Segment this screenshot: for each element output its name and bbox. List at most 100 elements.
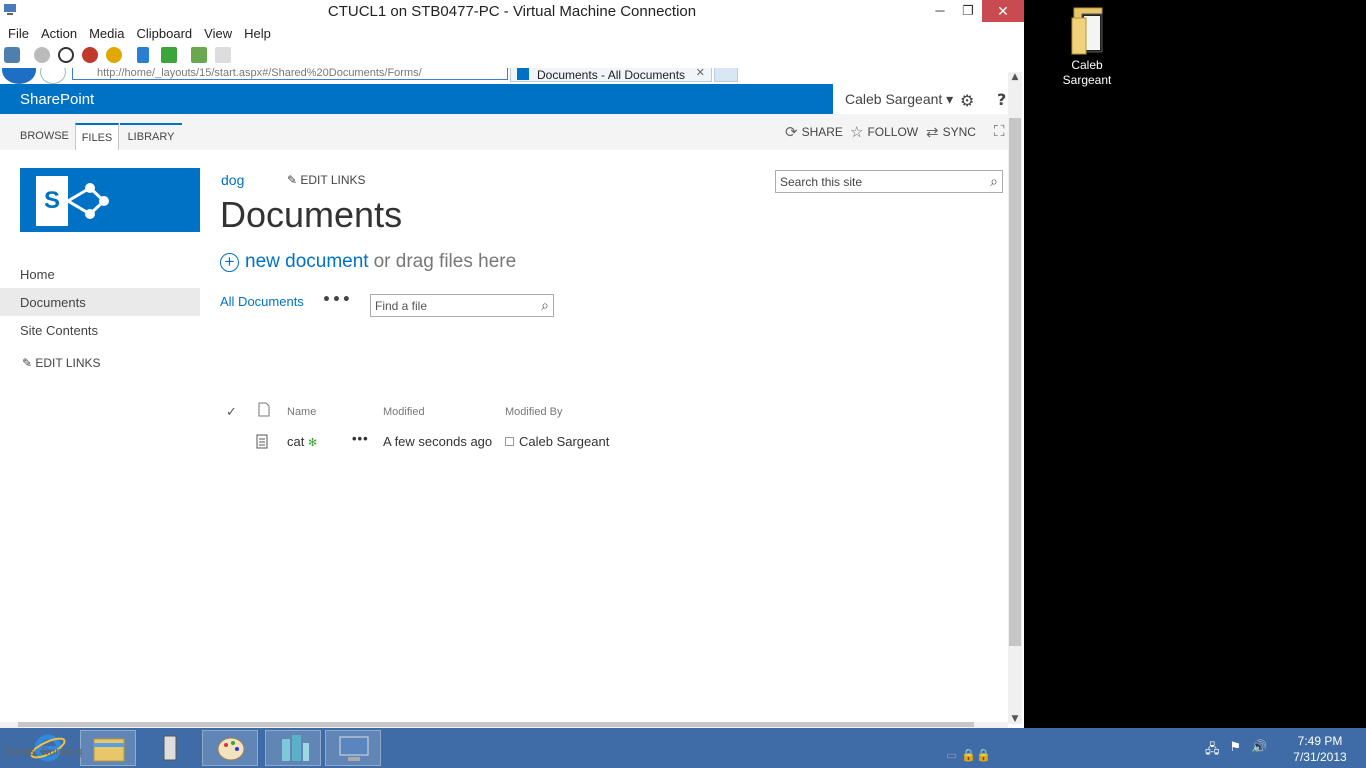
share-label: SHARE — [801, 125, 843, 139]
share-button[interactable]: ⟳ SHARE — [785, 123, 843, 141]
column-header-modified-by[interactable]: Modified By — [505, 406, 562, 418]
forward-button[interactable] — [40, 68, 66, 84]
paint-icon — [217, 737, 245, 761]
volume-icon[interactable]: 🔊 — [1251, 740, 1267, 762]
desktop-folder-caleb-sargeant[interactable]: Caleb Sargeant — [1052, 4, 1122, 88]
snapshot-icon[interactable] — [191, 47, 207, 63]
column-header-modified[interactable]: Modified — [383, 406, 425, 418]
focus-on-content-button[interactable]: ⛶ — [994, 123, 1005, 140]
follow-label: FOLLOW — [867, 125, 919, 139]
menu-action[interactable]: Action — [35, 22, 83, 44]
taskbar-network-button[interactable] — [265, 730, 321, 766]
scroll-up-icon[interactable]: ▲ — [1008, 72, 1022, 82]
sync-button[interactable]: ⇄ SYNC — [926, 123, 976, 141]
h-scroll-thumb[interactable] — [18, 722, 974, 727]
find-file-input[interactable]: Find a file ⌕ — [370, 294, 554, 317]
minimize-button[interactable]: ─ — [926, 0, 954, 22]
network-icon[interactable]: 🖧 — [1205, 740, 1220, 762]
vm-connection-icon — [339, 736, 369, 761]
taskbar-vm-button[interactable] — [325, 730, 381, 766]
clock[interactable]: 7:49 PM 7/31/2013 — [1280, 733, 1360, 765]
help-icon[interactable]: ? — [997, 90, 1006, 109]
address-bar-area: http://home/_layouts/15/start.aspx#/Shar… — [0, 68, 1010, 84]
tab-browse[interactable]: BROWSE — [20, 123, 69, 150]
window-title: CTUCL1 on STB0477-PC - Virtual Machine C… — [327, 3, 697, 20]
follow-button[interactable]: ☆ FOLLOW — [850, 123, 918, 141]
pause-icon[interactable] — [137, 47, 149, 63]
resume-icon[interactable] — [161, 47, 177, 63]
search-site-input[interactable]: Search this site ⌕ — [775, 170, 1003, 193]
save-state-icon[interactable] — [106, 47, 122, 63]
revert-icon[interactable] — [215, 47, 231, 63]
start-icon[interactable] — [34, 47, 50, 63]
scroll-thumb[interactable] — [1009, 118, 1021, 646]
tab-close-icon[interactable]: ✕ — [696, 68, 705, 79]
flag-icon[interactable]: ⚑ — [1230, 740, 1242, 762]
logo-network-icon — [68, 183, 109, 219]
sync-icon: ⇄ — [926, 124, 939, 141]
scroll-down-icon[interactable]: ▼ — [1008, 714, 1022, 724]
vertical-scrollbar[interactable]: ▲ ▼ — [1008, 72, 1022, 724]
menu-file[interactable]: File — [2, 22, 35, 44]
folder-icon — [1068, 4, 1106, 56]
url-field[interactable]: http://home/_layouts/15/start.aspx#/Shar… — [72, 68, 508, 80]
ctrl-alt-del-icon[interactable] — [4, 47, 20, 63]
menu-help[interactable]: Help — [238, 22, 277, 44]
search-icon[interactable]: ⌕ — [990, 173, 998, 190]
modified-by-link[interactable]: Caleb Sargeant — [519, 434, 609, 449]
sidebar-edit-links[interactable]: ✎ EDIT LINKS — [0, 356, 200, 370]
file-explorer-icon — [93, 738, 125, 762]
new-document-link[interactable]: new document — [245, 251, 369, 273]
user-menu[interactable]: Caleb Sargeant ▾ — [845, 91, 953, 108]
new-tab-button[interactable] — [714, 68, 738, 82]
desktop-background — [1032, 0, 1366, 728]
site-logo[interactable]: S — [20, 168, 200, 232]
ribbon: BROWSE FILES LIBRARY ⟳ SHARE ☆ FOLLOW ⇄ … — [0, 114, 1010, 150]
close-button[interactable]: ✕ — [982, 0, 1024, 22]
quick-launch: Home Documents Site Contents ✎ EDIT LINK… — [0, 260, 200, 370]
taskbar-app-button[interactable] — [142, 730, 198, 766]
taskbar-paint-button[interactable] — [202, 730, 258, 766]
shut-down-icon[interactable] — [82, 47, 98, 63]
sidebar-item-home[interactable]: Home — [0, 260, 200, 288]
menu-view[interactable]: View — [198, 22, 238, 44]
view-all-documents[interactable]: All Documents — [220, 294, 304, 309]
tab-library[interactable]: LIBRARY — [120, 123, 182, 150]
column-header-name[interactable]: Name — [287, 406, 316, 418]
desktop-icon-label: Caleb Sargeant — [1062, 58, 1112, 87]
site-link-dog[interactable]: dog — [221, 172, 244, 188]
add-circle-icon[interactable]: + — [220, 252, 239, 272]
sidebar-item-site-contents[interactable]: Site Contents — [0, 316, 200, 344]
suite-brand-bar: SharePoint — [0, 84, 833, 114]
taskbar-explorer-button[interactable] — [80, 730, 136, 766]
item-menu-ellipsis-icon[interactable]: ••• — [352, 431, 369, 446]
browser-viewport: http://home/_layouts/15/start.aspx#/Shar… — [0, 68, 1022, 728]
status-text: Status: Running — [4, 746, 83, 758]
new-item-icon: ✻ — [307, 437, 318, 449]
sharepoint-favicon — [517, 68, 529, 80]
sidebar-item-documents[interactable]: Documents — [0, 288, 200, 316]
pencil-icon: ✎ — [22, 356, 36, 370]
page-title: Documents — [220, 194, 403, 235]
vm-connection-window: CTUCL1 on STB0477-PC - Virtual Machine C… — [0, 0, 1024, 768]
tab-files[interactable]: FILES — [75, 123, 119, 150]
menu-clipboard[interactable]: Clipboard — [131, 22, 199, 44]
file-type-icon — [258, 402, 270, 420]
menu-media[interactable]: Media — [83, 22, 130, 44]
select-all-checkmark-icon[interactable]: ✓ — [226, 404, 237, 420]
system-tray: 🖧 ⚑ 🔊 — [1205, 740, 1267, 762]
file-name-link[interactable]: cat — [287, 434, 304, 449]
view-more-ellipsis-icon[interactable]: ••• — [322, 292, 352, 308]
browser-tab-documents[interactable]: Documents - All Documents ✕ — [510, 68, 712, 82]
search-icon[interactable]: ⌕ — [541, 297, 549, 314]
top-edit-links[interactable]: ✎ EDIT LINKS — [287, 173, 366, 187]
sharepoint-brand[interactable]: SharePoint — [20, 91, 94, 108]
settings-gear-icon[interactable]: ⚙ — [960, 91, 974, 110]
title-bar[interactable]: CTUCL1 on STB0477-PC - Virtual Machine C… — [0, 0, 1024, 22]
sidebar-edit-links-label: EDIT LINKS — [35, 356, 101, 370]
back-button[interactable] — [2, 68, 36, 84]
tab-title: Documents - All Documents — [537, 68, 686, 82]
turn-off-icon[interactable] — [58, 47, 74, 63]
pencil-icon: ✎ — [287, 173, 301, 187]
restore-button[interactable]: ❐ — [954, 0, 982, 22]
